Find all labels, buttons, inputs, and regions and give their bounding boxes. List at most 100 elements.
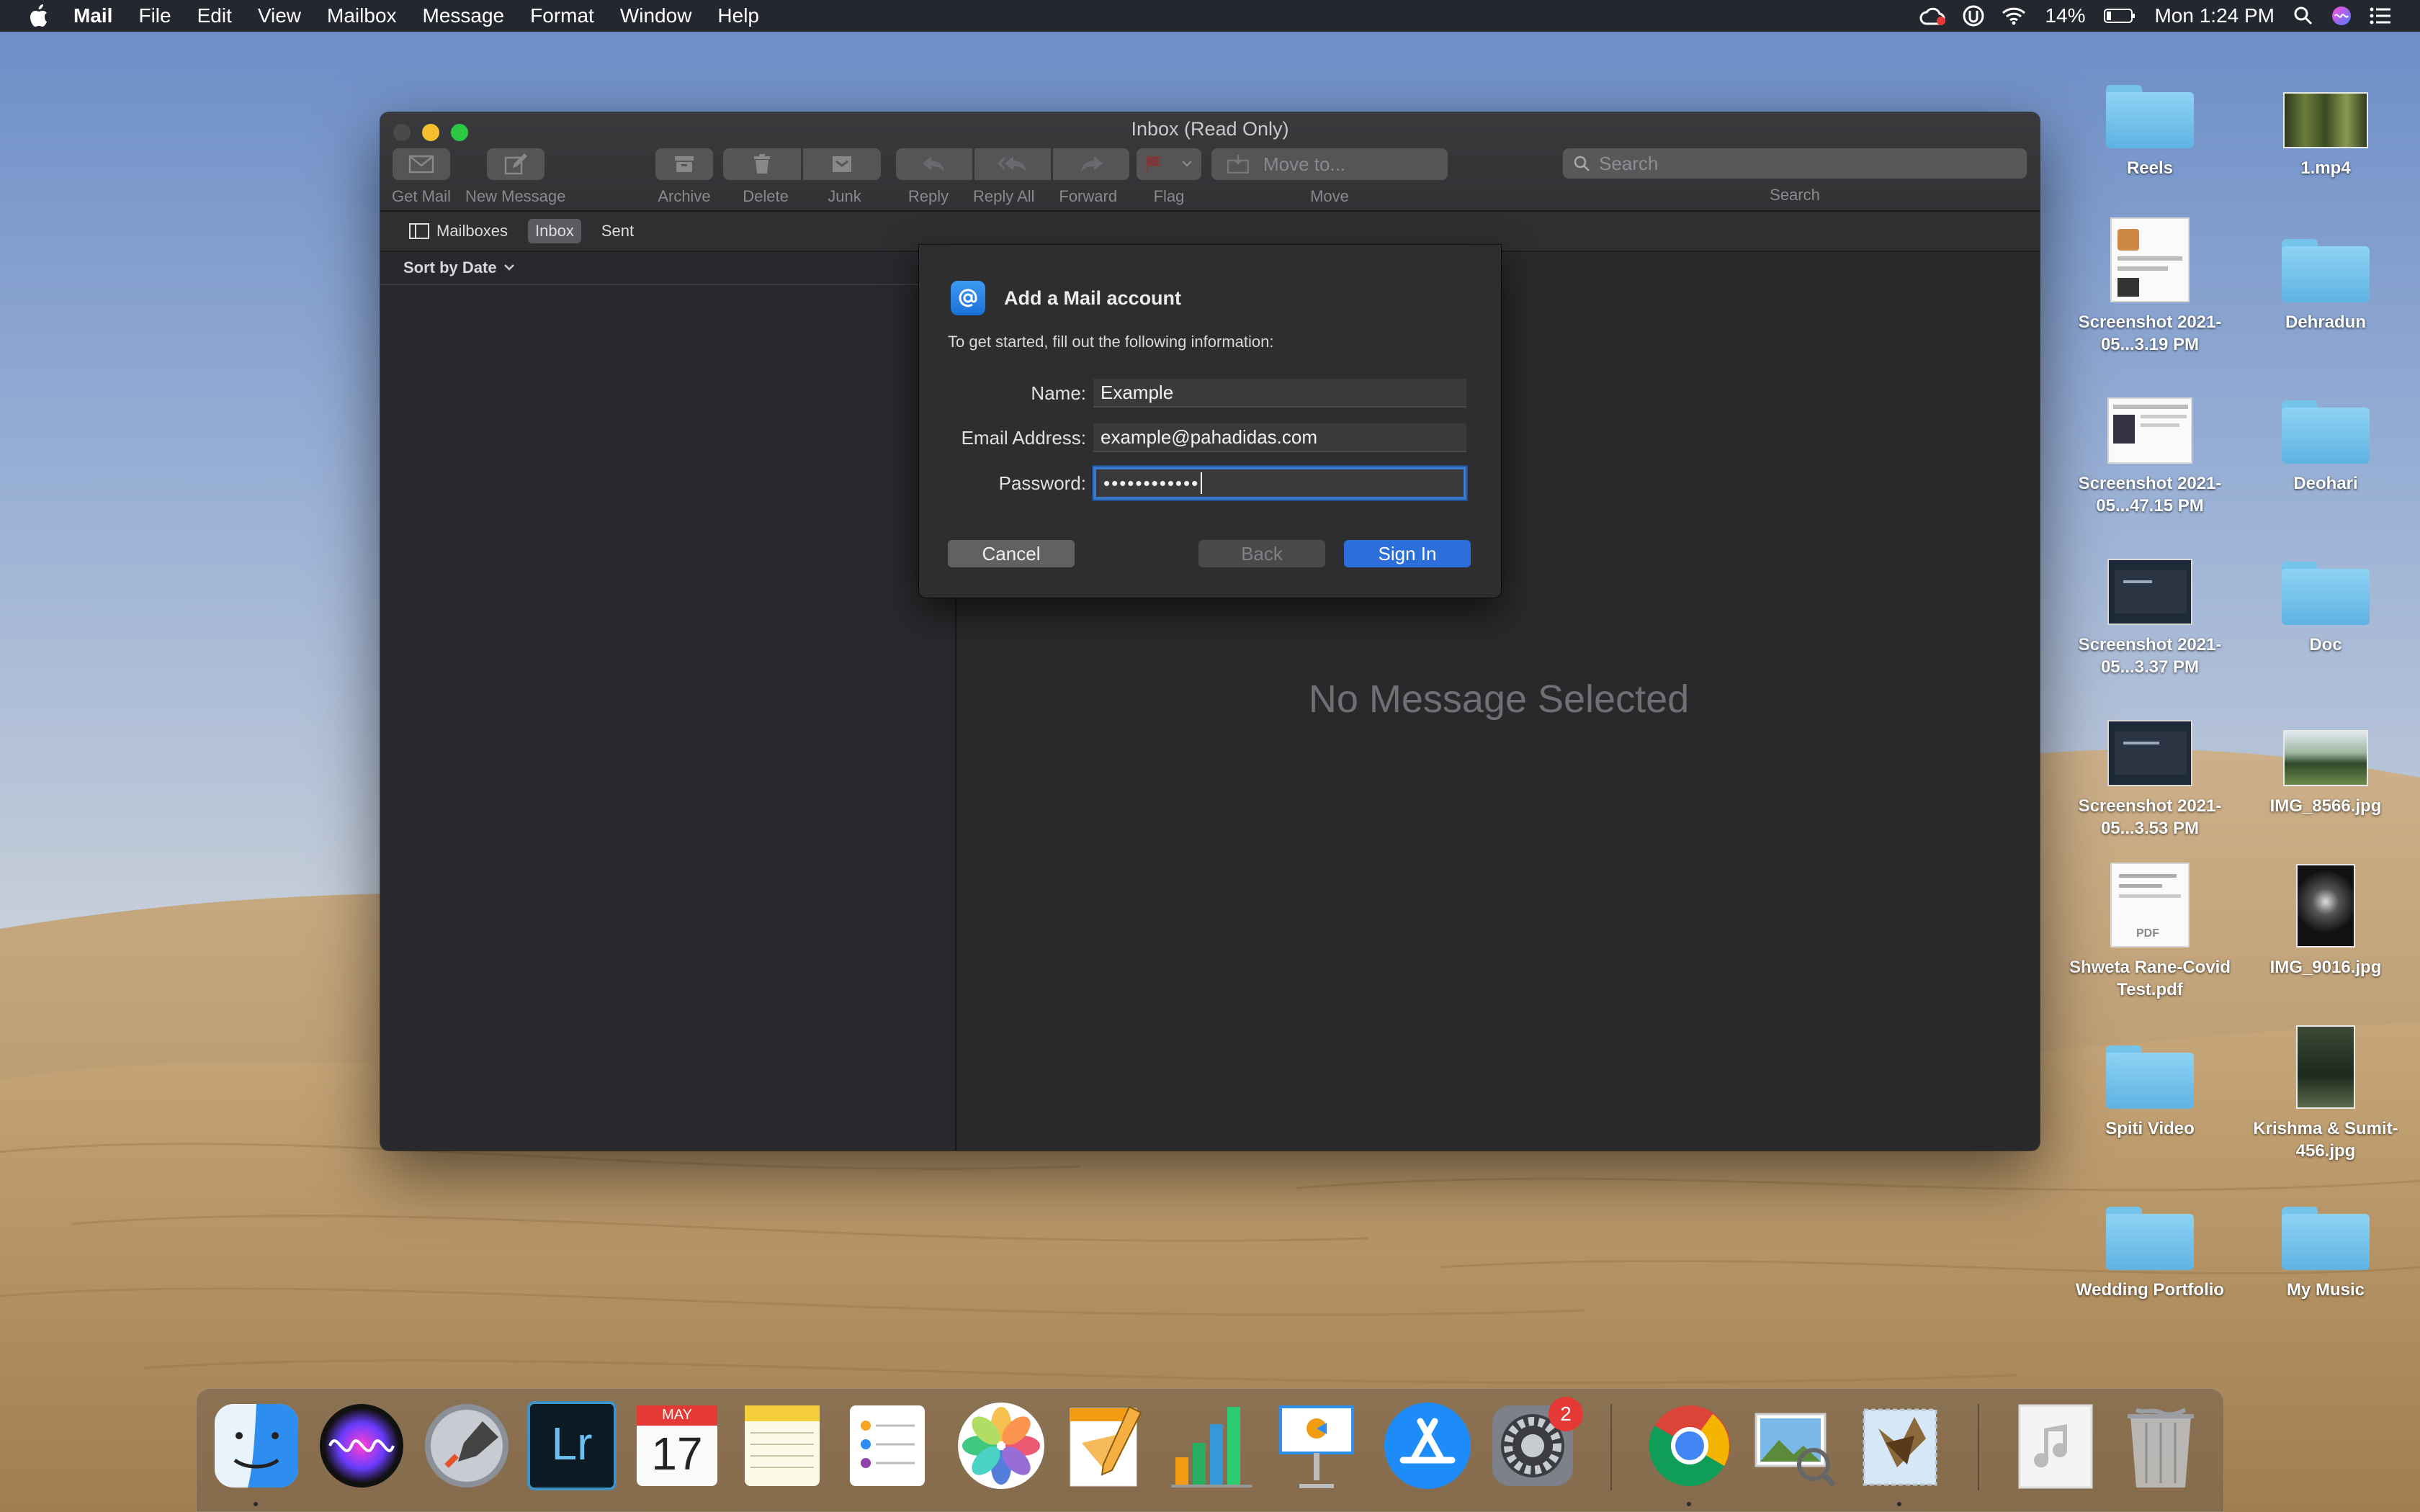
desktop-icon-screenshot-1[interactable]: Screenshot 2021-05...3.19 PM — [2064, 209, 2236, 356]
notification-badge: 2 — [1549, 1397, 1583, 1431]
folder-icon — [2106, 1045, 2194, 1109]
trash-icon[interactable] — [2115, 1400, 2207, 1492]
delete-button[interactable] — [723, 148, 801, 180]
menu-mailbox[interactable]: Mailbox — [314, 0, 409, 32]
back-button[interactable]: Back — [1198, 540, 1325, 567]
inbox-label: Inbox — [535, 222, 574, 240]
siri-app-icon[interactable] — [315, 1400, 408, 1492]
notification-center-icon[interactable] — [2361, 0, 2400, 32]
password-field[interactable]: •••••••••••• — [1093, 467, 1466, 500]
desktop-icon-wedding-portfolio[interactable]: Wedding Portfolio — [2064, 1176, 2236, 1301]
numbers-icon[interactable] — [1165, 1400, 1258, 1492]
desktop-icon-reels[interactable]: Reels — [2064, 55, 2236, 179]
menu-edit[interactable]: Edit — [184, 0, 245, 32]
notes-icon[interactable] — [736, 1400, 828, 1492]
reply-button[interactable] — [896, 148, 972, 180]
menu-window[interactable]: Window — [607, 0, 705, 32]
apple-menu-icon[interactable] — [16, 0, 62, 32]
sent-favorite[interactable]: Sent — [594, 219, 641, 243]
chrome-icon[interactable] — [1644, 1400, 1736, 1492]
forward-label: Forward — [1059, 187, 1118, 205]
desktop-icon-krishma-sumit[interactable]: Krishma & Sumit-456.jpg — [2240, 1015, 2411, 1162]
search-placeholder: Search — [1599, 152, 1659, 174]
menu-message[interactable]: Message — [410, 0, 518, 32]
sign-in-button[interactable]: Sign In — [1344, 540, 1471, 567]
new-message-button[interactable]: New Message — [465, 148, 565, 206]
mailboxes-label: Mailboxes — [436, 222, 508, 240]
email-label: Email Address: — [961, 426, 1086, 449]
compose-icon — [504, 153, 527, 175]
desktop-icon-doc[interactable]: Doc — [2240, 531, 2411, 656]
move-to-button[interactable]: Move to... Move — [1211, 148, 1448, 206]
app-store-icon[interactable] — [1381, 1400, 1474, 1492]
battery-icon[interactable] — [2095, 0, 2144, 32]
lightroom-icon[interactable]: Lr — [526, 1400, 618, 1492]
desktop-icon-deohari[interactable]: Deohari — [2240, 370, 2411, 495]
creative-cloud-icon[interactable] — [1911, 0, 1954, 32]
desktop-icon-label: IMG_9016.jpg — [2269, 958, 2382, 977]
mailboxes-toggle[interactable]: Mailboxes — [402, 219, 515, 243]
desktop-icon-screenshot-4[interactable]: Screenshot 2021-05...3.53 PM — [2064, 693, 2236, 840]
desktop-icon-img-9016[interactable]: IMG_9016.jpg — [2240, 854, 2411, 978]
reply-all-button[interactable] — [974, 148, 1051, 180]
desktop-icon-img-8566[interactable]: IMG_8566.jpg — [2240, 693, 2411, 817]
sort-menu[interactable]: Sort by Date — [380, 252, 955, 285]
delete-junk-group: Delete Junk — [723, 148, 881, 206]
desktop-icon-screenshot-2[interactable]: Screenshot 2021-05...47.15 PM — [2064, 370, 2236, 517]
forward-button[interactable] — [1053, 148, 1129, 180]
siri-icon[interactable] — [2322, 0, 2361, 32]
password-label: Password: — [998, 472, 1086, 494]
name-field[interactable]: Example — [1093, 379, 1466, 408]
launchpad-icon[interactable] — [421, 1400, 513, 1492]
desktop-icon-label: Spiti Video — [2105, 1119, 2195, 1138]
preview-icon[interactable] — [1749, 1400, 1841, 1492]
desktop-icon-covid-test-pdf[interactable]: PDF Shweta Rane-Covid Test.pdf — [2064, 854, 2236, 1001]
menu-format[interactable]: Format — [517, 0, 607, 32]
new-message-label: New Message — [465, 187, 566, 205]
cancel-button[interactable]: Cancel — [948, 540, 1075, 567]
desktop-icon-screenshot-3[interactable]: Screenshot 2021-05...3.37 PM — [2064, 531, 2236, 678]
updater-icon[interactable] — [1954, 0, 1993, 32]
add-account-sheet: Add a Mail account To get started, fill … — [919, 245, 1501, 598]
forward-icon — [1081, 156, 1103, 172]
menu-help[interactable]: Help — [704, 0, 772, 32]
spotlight-icon[interactable] — [2285, 0, 2322, 32]
photos-icon[interactable] — [955, 1400, 1047, 1492]
keynote-icon[interactable] — [1270, 1400, 1363, 1492]
menu-view[interactable]: View — [245, 0, 314, 32]
junk-button[interactable] — [803, 148, 881, 180]
running-indicator — [1897, 1502, 1901, 1506]
desktop-icon-label: Deohari — [2293, 474, 2358, 493]
desktop-icon-label: Screenshot 2021-05...3.37 PM — [2078, 635, 2222, 677]
menu-file[interactable]: File — [125, 0, 184, 32]
desktop-icon-label: Screenshot 2021-05...3.19 PM — [2078, 312, 2222, 354]
desktop-icon-label: Shweta Rane-Covid Test.pdf — [2069, 958, 2231, 999]
archive-button[interactable]: Archive — [655, 148, 713, 206]
desktop-icon-1-mp4[interactable]: 1.mp4 — [2240, 55, 2411, 179]
system-preferences-icon[interactable]: 2 — [1487, 1397, 1583, 1492]
folder-icon — [2282, 1207, 2370, 1270]
desktop-icon-dehradun[interactable]: Dehradun — [2240, 209, 2411, 333]
reminders-icon[interactable] — [841, 1400, 933, 1492]
email-field[interactable]: example@pahadidas.com — [1093, 423, 1466, 452]
flag-button[interactable]: Flag — [1137, 148, 1201, 206]
clock[interactable]: Mon 1:24 PM — [2144, 0, 2285, 32]
music-document-icon[interactable] — [2009, 1400, 2102, 1492]
desktop-icon-spiti-video[interactable]: Spiti Video — [2064, 1015, 2236, 1140]
menu-app-name[interactable]: Mail — [62, 0, 125, 32]
desktop-icon-label: Dehradun — [2285, 312, 2366, 332]
running-indicator — [1687, 1502, 1691, 1506]
search-input[interactable]: Search — [1563, 148, 2027, 179]
pages-icon[interactable] — [1060, 1400, 1152, 1492]
chevron-down-icon — [503, 264, 514, 271]
wifi-icon[interactable] — [1993, 0, 2035, 32]
mail-app-icon[interactable] — [1854, 1400, 1946, 1492]
junk-label: Junk — [828, 187, 861, 205]
chevron-down-icon — [1182, 161, 1192, 167]
inbox-favorite[interactable]: Inbox — [528, 219, 581, 243]
get-mail-button[interactable]: Get Mail — [392, 148, 451, 206]
lightroom-text: Lr — [551, 1418, 593, 1470]
calendar-icon[interactable]: MAY 17 — [631, 1400, 723, 1492]
desktop-icon-my-music[interactable]: My Music — [2240, 1176, 2411, 1301]
finder-icon[interactable] — [210, 1400, 302, 1492]
